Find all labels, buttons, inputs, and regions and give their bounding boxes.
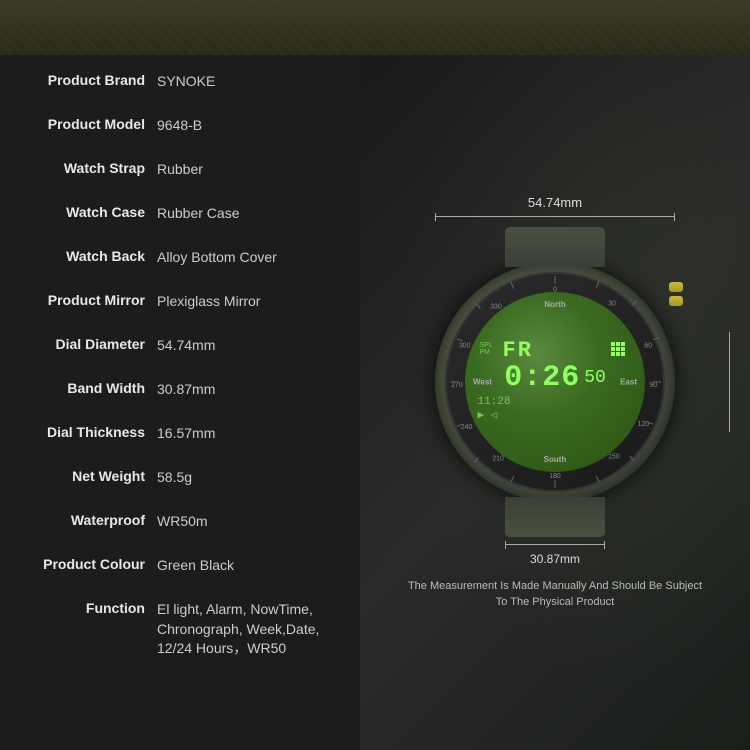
- watch-time-row: 0:26 50: [478, 362, 633, 395]
- compass-south-label: South: [544, 455, 567, 464]
- spec-value: 30.87mm: [157, 378, 348, 400]
- strap-bottom: [505, 497, 605, 537]
- spec-value: SYNOKE: [157, 70, 348, 92]
- compass-north-label: North: [544, 300, 565, 309]
- spec-label: Waterproof: [12, 510, 157, 528]
- dim-tick-right: [674, 213, 675, 221]
- spec-value: 9648-B: [157, 114, 348, 136]
- watch-panel: 54.74mm: [360, 55, 750, 750]
- spec-label: Product Mirror: [12, 290, 157, 308]
- spec-label: Product Brand: [12, 70, 157, 88]
- watch-outer: 0 30 60 90 120 150 180 210 240 270 300 3…: [435, 262, 675, 502]
- dimension-diameter-line: [435, 213, 675, 221]
- dimension-diameter-label: 54.74mm: [528, 195, 582, 210]
- dim-v-line: [729, 340, 730, 424]
- spec-label: Dial Thickness: [12, 422, 157, 440]
- watch-bezel: 0 30 60 90 120 150 180 210 240 270 300 3…: [445, 272, 665, 492]
- watch-section: 54.74mm: [435, 195, 675, 566]
- svg-text:270: 270: [451, 381, 463, 388]
- watch-sub-time-display: 11:28: [478, 395, 633, 409]
- spec-value: Rubber Case: [157, 202, 348, 224]
- spec-row: Watch BackAlloy Bottom Cover: [0, 241, 360, 285]
- spec-value: Alloy Bottom Cover: [157, 246, 348, 268]
- dim-h-line: [436, 216, 674, 217]
- top-decorative-bar: [0, 0, 750, 55]
- dim-bw-h-line: [506, 544, 604, 545]
- spec-value: El light, Alarm, NowTime, Chronograph, W…: [157, 598, 348, 659]
- svg-text:210: 210: [492, 455, 504, 462]
- spec-row: WaterproofWR50m: [0, 505, 360, 549]
- svg-text:60: 60: [644, 342, 652, 349]
- bottom-measurement-note: The Measurement Is Made Manually And Sho…: [395, 578, 715, 611]
- spec-row: Product ColourGreen Black: [0, 549, 360, 593]
- grid-icon: [611, 342, 631, 362]
- spec-label: Watch Case: [12, 202, 157, 220]
- spec-row: Dial Thickness16.57mm: [0, 417, 360, 461]
- crown-button-top: [669, 282, 683, 292]
- spec-value: Green Black: [157, 554, 348, 576]
- spec-row: Watch CaseRubber Case: [0, 197, 360, 241]
- spec-value: 54.74mm: [157, 334, 348, 356]
- dimension-bandwidth-bottom-label: 30.87mm: [530, 552, 580, 566]
- spl-pm-indicator: SPLPM: [480, 342, 493, 356]
- spec-label: Function: [12, 598, 157, 616]
- watch-seconds-display: 50: [584, 368, 606, 388]
- spec-value: Plexiglass Mirror: [157, 290, 348, 312]
- spec-row: Product MirrorPlexiglass Mirror: [0, 285, 360, 329]
- dimension-diameter-wrapper: 54.74mm: [435, 195, 675, 221]
- dimension-bandwidth-wrapper: [729, 332, 730, 432]
- spec-value: Rubber: [157, 158, 348, 180]
- spec-row: Dial Diameter54.74mm: [0, 329, 360, 373]
- spec-row: Band Width30.87mm: [0, 373, 360, 417]
- spec-label: Net Weight: [12, 466, 157, 484]
- watch-face: North South East West SPLPM: [465, 292, 645, 472]
- spec-row: Product BrandSYNOKE: [0, 65, 360, 109]
- spec-row: Watch StrapRubber: [0, 153, 360, 197]
- watch-day-display: FR: [478, 340, 633, 362]
- crown-button-bottom: [669, 296, 683, 306]
- spec-row: Net Weight58.5g: [0, 461, 360, 505]
- dim-bw-tick-right: [604, 541, 605, 549]
- main-container: Product BrandSYNOKEProduct Model9648-BWa…: [0, 55, 750, 750]
- spec-label: Watch Strap: [12, 158, 157, 176]
- svg-text:30: 30: [608, 300, 616, 307]
- svg-text:90: 90: [649, 381, 657, 388]
- svg-text:330: 330: [490, 303, 502, 310]
- spec-value: 58.5g: [157, 466, 348, 488]
- specs-panel: Product BrandSYNOKEProduct Model9648-BWa…: [0, 55, 360, 750]
- spec-label: Watch Back: [12, 246, 157, 264]
- strap-top: [505, 227, 605, 267]
- watch-sub-icons-display: ▶ ◁: [478, 409, 633, 423]
- spec-label: Product Model: [12, 114, 157, 132]
- svg-text:180: 180: [549, 473, 561, 480]
- spec-row: Product Model9648-B: [0, 109, 360, 153]
- spec-label: Product Colour: [12, 554, 157, 572]
- spec-row: FunctionEl light, Alarm, NowTime, Chrono…: [0, 593, 360, 664]
- svg-text:150: 150: [608, 453, 620, 460]
- dimension-bandwidth-bottom: 30.87mm: [505, 541, 605, 566]
- watch-display-area: SPLPM: [478, 340, 633, 424]
- watch-body-wrapper: 0 30 60 90 120 150 180 210 240 270 300 3…: [435, 227, 675, 537]
- watch-display-inner: SPLPM: [478, 340, 633, 362]
- dim-tick-top: [729, 332, 730, 340]
- dim-tick-bottom: [729, 424, 730, 432]
- spec-value: 16.57mm: [157, 422, 348, 444]
- watch-time-display: 0:26: [504, 362, 580, 395]
- spec-value: WR50m: [157, 510, 348, 532]
- svg-text:240: 240: [461, 424, 473, 431]
- dim-bw-line: [505, 541, 605, 549]
- svg-text:300: 300: [459, 342, 471, 349]
- spec-label: Dial Diameter: [12, 334, 157, 352]
- spec-label: Band Width: [12, 378, 157, 396]
